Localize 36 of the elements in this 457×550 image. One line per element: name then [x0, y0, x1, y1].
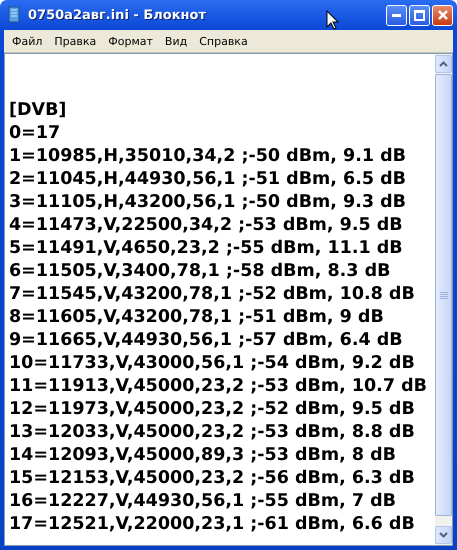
text-line: 1=10985,H,35010,34,2 ;-50 dBm, 9.1 dB — [9, 145, 406, 168]
text-line: 12=11973,V,45000,23,2 ;-52 dBm, 9.5 dB — [9, 398, 415, 421]
text-line: 7=11545,V,43200,78,1 ;-52 dBm, 10.8 dB — [9, 283, 415, 306]
text-line: 0=17 — [9, 122, 60, 145]
maximize-icon — [414, 10, 425, 20]
minimize-button[interactable] — [386, 4, 407, 26]
maximize-button[interactable] — [409, 4, 430, 26]
menu-item[interactable]: Формат — [102, 34, 159, 48]
scroll-up-button[interactable] — [435, 55, 452, 73]
close-icon — [436, 9, 448, 21]
text-line: 6=11505,V,3400,78,1 ;-58 dBm, 8.3 dB — [9, 260, 390, 283]
close-button[interactable] — [432, 4, 453, 26]
text-line: 10=11733,V,43000,56,1 ;-54 dBm, 9.2 dB — [9, 352, 415, 375]
text-line: 3=11105,H,43200,56,1 ;-50 dBm, 9.3 dB — [9, 191, 406, 214]
minimize-icon — [392, 14, 401, 16]
menu-item[interactable]: Вид — [158, 34, 194, 48]
text-line: 4=11473,V,22500,34,2 ;-53 dBm, 9.5 dB — [9, 214, 403, 237]
window-title: 0750a2авг.ini - Блокнот — [28, 8, 206, 22]
text-line: 2=11045,H,44930,56,1 ;-51 dBm, 6.5 dB — [9, 168, 406, 191]
menu-item[interactable]: Файл — [6, 34, 48, 48]
text-line: 16=12227,V,44930,56,1 ;-55 dBm, 7 dB — [9, 490, 396, 513]
text-line: 14=12093,V,45000,89,3 ;-53 dBm, 8 dB — [9, 444, 396, 467]
text-line: 8=11605,V,43200,78,1 ;-51 dBm, 9 dB — [9, 306, 384, 329]
text-line: 17=12521,V,22000,23,1 ;-61 dBm, 6.6 dB — [9, 513, 415, 536]
text-line: [DVB] — [9, 99, 66, 122]
text-line: 11=11913,V,45000,23,2 ;-53 dBm, 10.7 dB — [9, 375, 427, 398]
text-line: 5=11491,V,4650,23,2 ;-55 dBm, 11.1 dB — [9, 237, 403, 260]
mouse-pointer-icon — [326, 10, 339, 30]
grip-icon — [440, 292, 448, 298]
menu-item[interactable]: Справка — [193, 34, 254, 48]
notepad-icon — [6, 6, 22, 24]
text-line: 13=12033,V,45000,23,2 ;-53 dBm, 8.8 dB — [9, 421, 415, 444]
text-line: 9=11665,V,44930,56,1 ;-57 dBm, 6.4 dB — [9, 329, 403, 352]
menu-item[interactable]: Правка — [48, 34, 102, 48]
scroll-down-button[interactable] — [435, 526, 452, 544]
text-line: 15=12153,V,45000,23,2 ;-56 dBm, 6.3 dB — [9, 467, 415, 490]
